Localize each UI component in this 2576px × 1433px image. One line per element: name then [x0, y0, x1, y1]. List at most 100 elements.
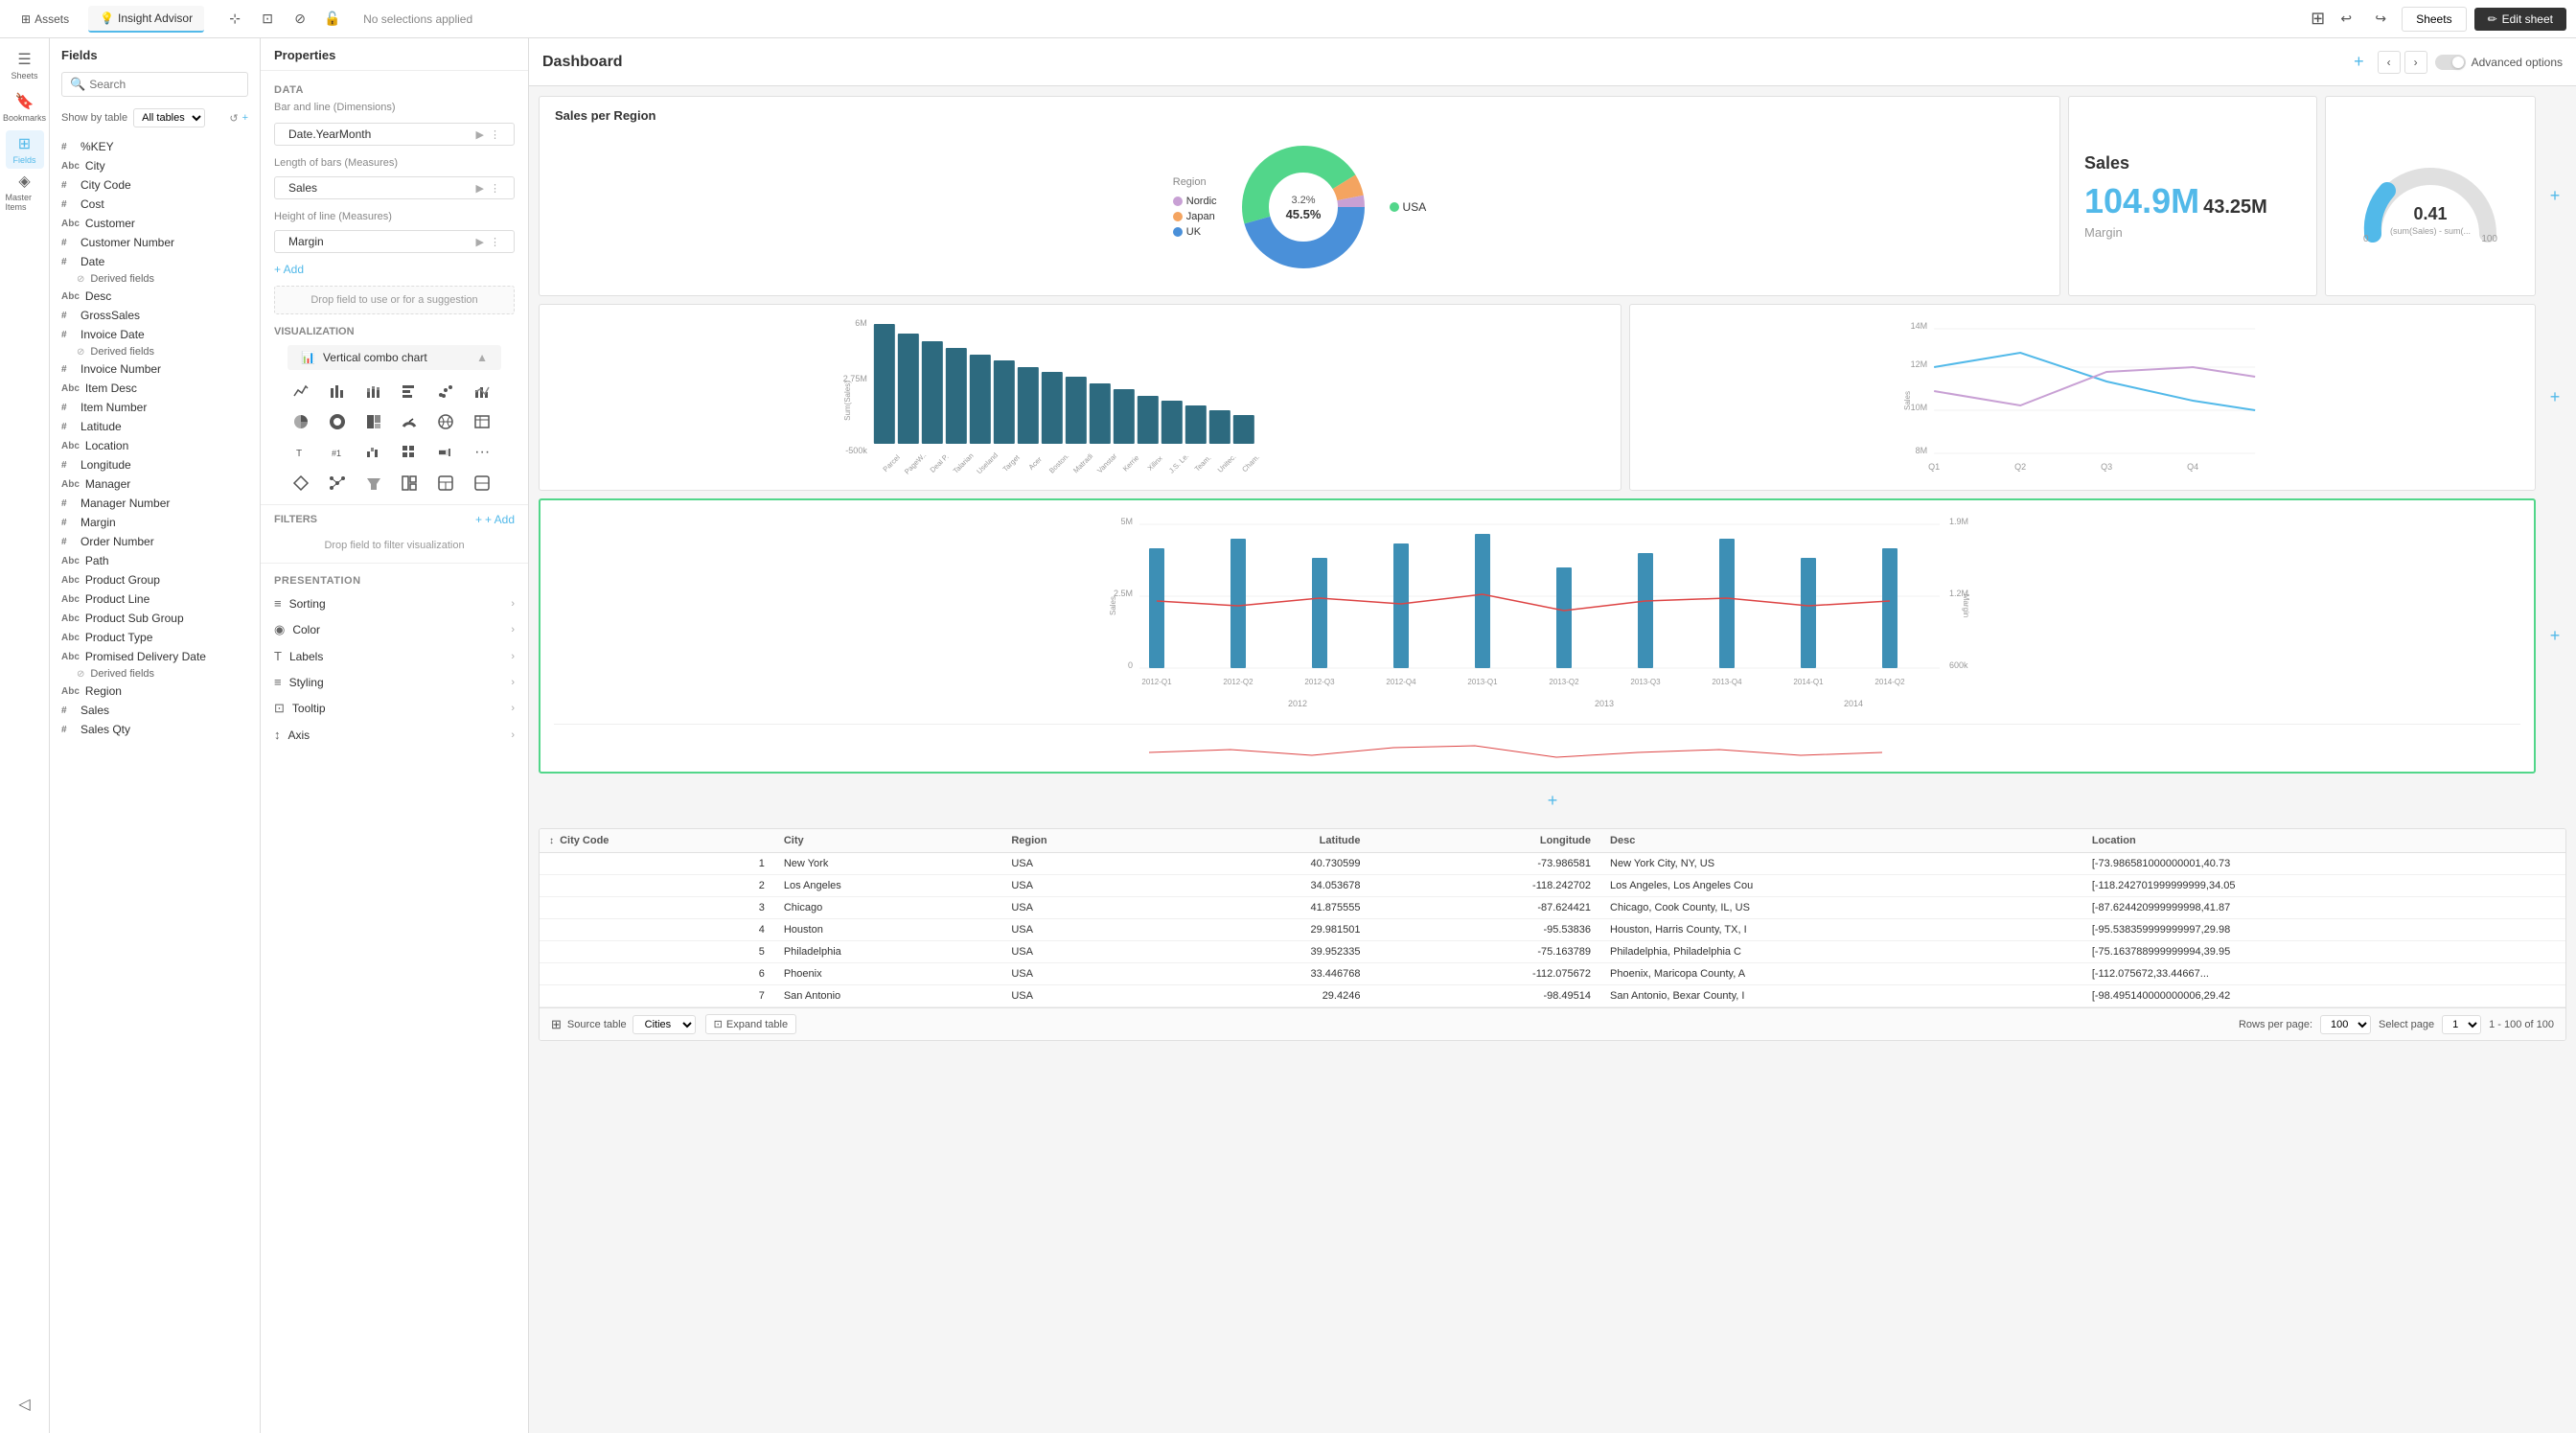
- field-desc[interactable]: Abc Desc: [50, 287, 260, 306]
- field-product-group[interactable]: Abc Product Group: [50, 570, 260, 589]
- field-order-number[interactable]: # Order Number: [50, 532, 260, 551]
- tables-select[interactable]: All tables: [133, 108, 205, 127]
- expand-table-button[interactable]: ⊡ Expand table: [705, 1014, 796, 1034]
- viz-extension-1[interactable]: [396, 470, 423, 497]
- sales-row[interactable]: Sales ▶ ⋮: [274, 176, 515, 199]
- field-location[interactable]: Abc Location: [50, 436, 260, 455]
- table-row[interactable]: 2 Los Angeles USA 34.053678 -118.242702 …: [540, 875, 2565, 897]
- add-chart-button[interactable]: +: [2348, 46, 2370, 78]
- add-right-button-2[interactable]: +: [2543, 304, 2566, 491]
- field-customer-number[interactable]: # Customer Number: [50, 233, 260, 252]
- viz-horizontal-bar[interactable]: [396, 378, 423, 404]
- table-row[interactable]: 3 Chicago USA 41.875555 -87.624421 Chica…: [540, 897, 2565, 919]
- nav-master-items[interactable]: ◈ Master Items: [6, 173, 44, 211]
- add-row-button[interactable]: +: [1542, 785, 1564, 817]
- pres-sorting[interactable]: ≡ Sorting ›: [261, 590, 528, 616]
- zoom-tool[interactable]: ⊘: [287, 6, 313, 33]
- advanced-options-toggle[interactable]: [2435, 55, 2466, 70]
- select-tool[interactable]: ⊹: [221, 6, 248, 33]
- field-city[interactable]: Abc City: [50, 156, 260, 175]
- add-field-icon[interactable]: +: [242, 112, 248, 125]
- search-input[interactable]: [89, 78, 240, 91]
- nav-fields[interactable]: ⊞ Fields: [6, 130, 44, 169]
- date-year-month-row[interactable]: Date.YearMonth ▶ ⋮: [274, 123, 515, 146]
- field-derived-2[interactable]: ⊘ Derived fields: [50, 344, 260, 359]
- col-latitude[interactable]: Latitude: [1165, 829, 1370, 853]
- field-customer[interactable]: Abc Customer: [50, 214, 260, 233]
- viz-scatter[interactable]: [432, 378, 459, 404]
- viz-text[interactable]: T: [288, 439, 314, 466]
- source-table-select[interactable]: Cities: [632, 1015, 696, 1034]
- field-item-desc[interactable]: Abc Item Desc: [50, 379, 260, 398]
- margin-row[interactable]: Margin ▶ ⋮: [274, 230, 515, 253]
- undo-button[interactable]: ↩: [2333, 6, 2359, 33]
- field-invoice-number[interactable]: # Invoice Number: [50, 359, 260, 379]
- viz-pie-chart[interactable]: [288, 408, 314, 435]
- field-margin[interactable]: # Margin: [50, 513, 260, 532]
- assets-tab[interactable]: ⊞ Assets: [10, 7, 80, 32]
- viz-kpi[interactable]: #1: [324, 439, 351, 466]
- field-city-code[interactable]: # City Code: [50, 175, 260, 195]
- refresh-icon[interactable]: ↺: [229, 112, 238, 125]
- field-product-line[interactable]: Abc Product Line: [50, 589, 260, 609]
- add-right-button-3[interactable]: +: [2543, 498, 2566, 774]
- lasso-tool[interactable]: ⊡: [254, 6, 281, 33]
- field-path[interactable]: Abc Path: [50, 551, 260, 570]
- grid-icon[interactable]: ⊞: [2311, 9, 2325, 29]
- nav-bookmarks[interactable]: 🔖 Bookmarks: [6, 88, 44, 127]
- table-scroll[interactable]: ↕ City Code City Region Latitude Longitu…: [540, 829, 2565, 1007]
- col-region[interactable]: Region: [1001, 829, 1164, 853]
- table-row[interactable]: 7 San Antonio USA 29.4246 -98.49514 San …: [540, 985, 2565, 1007]
- edit-sheet-button[interactable]: ✏ Edit sheet: [2474, 8, 2566, 31]
- viz-selected[interactable]: 📊 Vertical combo chart ▲: [288, 345, 501, 370]
- viz-gauge[interactable]: [396, 408, 423, 435]
- field-longitude[interactable]: # Longitude: [50, 455, 260, 474]
- col-longitude[interactable]: Longitude: [1369, 829, 1600, 853]
- field-latitude[interactable]: # Latitude: [50, 417, 260, 436]
- rows-per-page-select[interactable]: 100 50 25: [2320, 1015, 2371, 1034]
- field-promised-delivery[interactable]: Abc Promised Delivery Date: [50, 647, 260, 666]
- field-manager[interactable]: Abc Manager: [50, 474, 260, 494]
- unlock-tool[interactable]: 🔓: [319, 6, 346, 33]
- viz-combo-chart[interactable]: [469, 378, 495, 404]
- field-sales[interactable]: # Sales: [50, 701, 260, 720]
- viz-table[interactable]: [469, 408, 495, 435]
- nav-collapse[interactable]: ◁: [6, 1385, 44, 1423]
- row-menu-icon[interactable]: ⋮: [490, 182, 500, 195]
- row-expand-icon[interactable]: ▶: [476, 236, 484, 248]
- viz-extension-2[interactable]: [432, 470, 459, 497]
- field-cost[interactable]: # Cost: [50, 195, 260, 214]
- row-expand-icon[interactable]: ▶: [476, 128, 484, 141]
- viz-bar-chart[interactable]: [324, 378, 351, 404]
- insight-advisor-tab[interactable]: 💡 Insight Advisor: [88, 6, 204, 33]
- pres-tooltip[interactable]: ⊡ Tooltip ›: [261, 695, 528, 722]
- sheets-button[interactable]: Sheets: [2402, 7, 2466, 32]
- viz-funnel[interactable]: [360, 470, 387, 497]
- viz-bullet[interactable]: [432, 439, 459, 466]
- field-item-number[interactable]: # Item Number: [50, 398, 260, 417]
- viz-map[interactable]: [432, 408, 459, 435]
- table-row[interactable]: 4 Houston USA 29.981501 -95.53836 Housto…: [540, 919, 2565, 941]
- viz-stacked-bar[interactable]: [360, 378, 387, 404]
- field-date[interactable]: # Date: [50, 252, 260, 271]
- redo-button[interactable]: ↪: [2367, 6, 2394, 33]
- field-key[interactable]: # %KEY: [50, 137, 260, 156]
- table-row[interactable]: 1 New York USA 40.730599 -73.986581 New …: [540, 853, 2565, 875]
- col-location[interactable]: Location: [2082, 829, 2565, 853]
- field-derived-3[interactable]: ⊘ Derived fields: [50, 666, 260, 682]
- add-field-button[interactable]: + Add: [261, 257, 528, 282]
- row-menu-icon[interactable]: ⋮: [490, 236, 500, 248]
- pres-color[interactable]: ◉ Color ›: [261, 616, 528, 643]
- viz-dropdown-icon[interactable]: ▲: [476, 351, 488, 364]
- col-city-code[interactable]: ↕ City Code: [540, 829, 774, 853]
- viz-extension-3[interactable]: [469, 470, 495, 497]
- viz-grid[interactable]: [396, 439, 423, 466]
- field-region[interactable]: Abc Region: [50, 682, 260, 701]
- field-invoice-date[interactable]: # Invoice Date: [50, 325, 260, 344]
- field-grosssales[interactable]: # GrossSales: [50, 306, 260, 325]
- field-derived-1[interactable]: ⊘ Derived fields: [50, 271, 260, 287]
- field-manager-number[interactable]: # Manager Number: [50, 494, 260, 513]
- field-product-type[interactable]: Abc Product Type: [50, 628, 260, 647]
- pres-styling[interactable]: ≡ Styling ›: [261, 669, 528, 695]
- table-row[interactable]: 5 Philadelphia USA 39.952335 -75.163789 …: [540, 941, 2565, 963]
